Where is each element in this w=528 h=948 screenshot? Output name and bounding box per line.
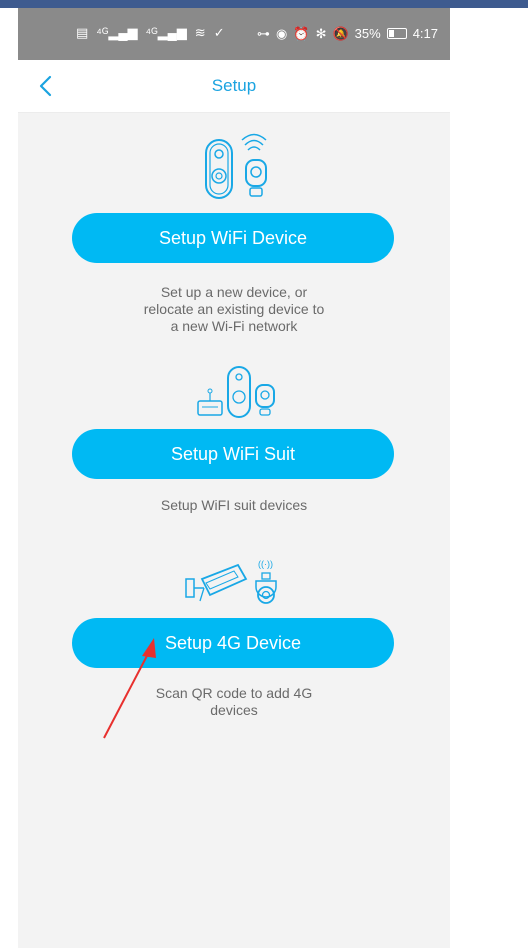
setup-wifi-suit-description: Setup WiFI suit devices xyxy=(160,497,308,513)
hd-icon: ▤ xyxy=(76,25,89,40)
svg-text:((·)): ((·)) xyxy=(258,559,273,569)
annotation-arrow-icon xyxy=(103,638,156,739)
status-right-icons: ⊶ ◉ ⏰ ✻ 🔕 35% 4:17 xyxy=(257,26,438,41)
window-top-strip xyxy=(0,0,528,8)
setup-wifi-device-button[interactable]: Setup WiFi Device xyxy=(72,213,394,263)
page-title: Setup xyxy=(211,76,257,95)
4g-camera-icon: ((·)) xyxy=(185,559,277,604)
status-left-icons: ▤ ⁴ᴳ▂▄▆ ⁴ᴳ▂▄▆ ≋ ✓ xyxy=(76,26,225,40)
wifi-doorbell-camera-icon xyxy=(205,133,267,199)
wifi-icon: ≋ xyxy=(194,25,206,40)
signal-4g-icon: ⁴ᴳ▂▄▆ xyxy=(96,25,138,40)
mute-icon: 🔕 xyxy=(332,25,349,41)
nav-bar: Setup xyxy=(18,60,450,113)
status-bar: ▤ ⁴ᴳ▂▄▆ ⁴ᴳ▂▄▆ ≋ ✓ ⊶ ◉ ⏰ ✻ 🔕 35% 4:17 xyxy=(18,8,450,60)
battery-icon xyxy=(386,28,407,39)
phone-screen: ▤ ⁴ᴳ▂▄▆ ⁴ᴳ▂▄▆ ≋ ✓ ⊶ ◉ ⏰ ✻ 🔕 35% 4:17 Set… xyxy=(18,8,450,948)
app-icon: ✓ xyxy=(213,25,225,40)
battery-percent: 35% xyxy=(354,26,381,41)
key-icon: ⊶ xyxy=(257,25,271,41)
wifi-suit-devices-icon xyxy=(197,366,275,418)
eye-icon: ◉ xyxy=(276,25,288,41)
signal-4g-icon: ⁴ᴳ▂▄▆ xyxy=(145,25,187,40)
alarm-icon: ⏰ xyxy=(293,25,310,41)
setup-wifi-suit-button[interactable]: Setup WiFi Suit xyxy=(72,429,394,479)
setup-wifi-device-description: Set up a new device, or relocate an exis… xyxy=(143,284,325,334)
bluetooth-icon: ✻ xyxy=(315,25,327,41)
status-time: 4:17 xyxy=(412,26,438,41)
